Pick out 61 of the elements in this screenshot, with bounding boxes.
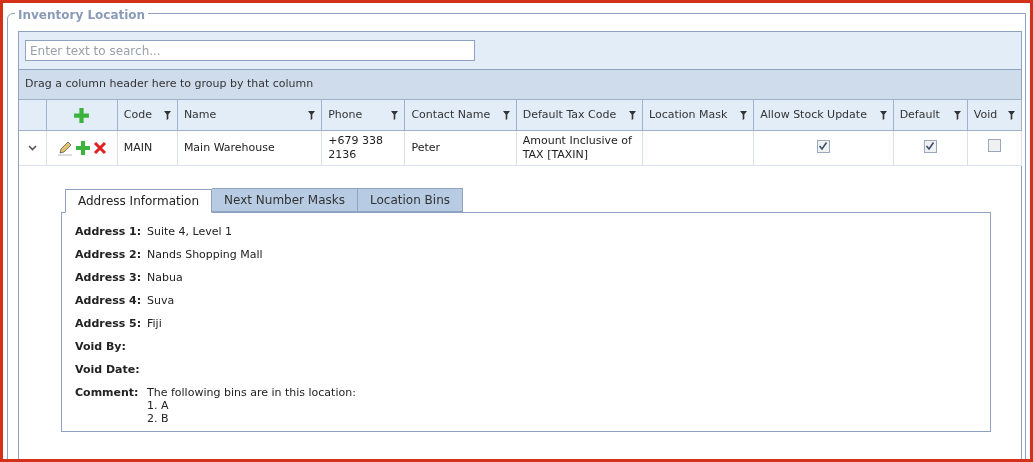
table-cell: +679 338 2136 bbox=[328, 134, 383, 161]
tab[interactable]: Next Number Masks bbox=[212, 188, 359, 212]
field-label: Void Date: bbox=[75, 363, 141, 377]
field-label: Address 3: bbox=[75, 271, 143, 285]
header-label: Default Tax Code bbox=[522, 106, 617, 123]
field-label: Comment: bbox=[75, 386, 140, 400]
filter-icon[interactable] bbox=[308, 110, 316, 120]
checkbox[interactable] bbox=[923, 139, 937, 153]
field-value: Suva bbox=[147, 294, 175, 308]
header-label: Contact Name bbox=[411, 106, 491, 123]
comment-line: 2. B bbox=[147, 412, 170, 425]
column-header[interactable]: Allow Stock Update bbox=[753, 99, 894, 131]
panel-title: Inventory Location bbox=[15, 6, 149, 24]
field-value: Fiji bbox=[147, 317, 162, 331]
tab[interactable]: Location Bins bbox=[358, 188, 464, 212]
column-header[interactable]: Contact Name bbox=[404, 99, 517, 131]
header-label: Phone bbox=[328, 106, 363, 123]
field-label: Address 4: bbox=[75, 294, 143, 308]
filter-icon[interactable] bbox=[502, 110, 510, 120]
delete-icon[interactable] bbox=[92, 141, 107, 155]
comment-line: 1. A bbox=[147, 399, 170, 412]
chevron-icon[interactable] bbox=[27, 144, 37, 151]
filter-icon[interactable] bbox=[163, 110, 171, 120]
checkbox[interactable] bbox=[816, 139, 830, 153]
field-label: Void By: bbox=[75, 340, 127, 354]
filter-icon[interactable] bbox=[391, 110, 399, 120]
group-panel: Drag a column header here to group by that column bbox=[19, 69, 1021, 99]
filter-icon[interactable] bbox=[953, 110, 961, 120]
column-header[interactable]: Void bbox=[967, 99, 1022, 131]
field-value: Suite 4, Level 1 bbox=[147, 225, 233, 239]
pencil-icon[interactable] bbox=[56, 140, 73, 156]
column-header[interactable]: Default Tax Code bbox=[516, 99, 643, 131]
field-value: Nands Shopping Mall bbox=[147, 248, 263, 262]
column-header[interactable]: Default bbox=[893, 99, 968, 131]
search-field[interactable]: Enter text to search... bbox=[25, 40, 475, 61]
column-header[interactable]: Location Mask bbox=[642, 99, 754, 131]
column-header[interactable]: Code bbox=[117, 99, 178, 131]
header-label: Void bbox=[973, 106, 998, 123]
filter-icon[interactable] bbox=[879, 110, 887, 120]
field-label: Address 1: bbox=[75, 225, 143, 239]
field-value: Nabua bbox=[147, 271, 183, 285]
add-icon[interactable] bbox=[74, 140, 91, 156]
header-label: Name bbox=[183, 106, 217, 123]
header-label: Default bbox=[899, 106, 940, 123]
table-cell: Main Warehouse bbox=[183, 141, 275, 154]
table-cell: Amount Inclusive of TAX [TAXIN] bbox=[522, 134, 632, 161]
tab[interactable]: Address Information bbox=[65, 189, 213, 213]
table-cell: MAIN bbox=[123, 141, 153, 154]
header-label: Allow Stock Update bbox=[760, 106, 867, 123]
field-label: Address 5: bbox=[75, 317, 143, 331]
checkbox[interactable] bbox=[987, 138, 1001, 152]
header-label: Location Mask bbox=[649, 106, 728, 123]
field-label: Address 2: bbox=[75, 248, 143, 262]
table-cell: Peter bbox=[411, 141, 441, 154]
filter-icon[interactable] bbox=[1008, 110, 1015, 120]
column-header[interactable]: Phone bbox=[321, 99, 405, 131]
comment-line: The following bins are in this location: bbox=[147, 386, 356, 399]
filter-icon[interactable] bbox=[629, 110, 636, 120]
filter-icon[interactable] bbox=[740, 110, 748, 120]
header-label: Code bbox=[123, 106, 152, 123]
column-header[interactable]: Name bbox=[177, 99, 322, 131]
